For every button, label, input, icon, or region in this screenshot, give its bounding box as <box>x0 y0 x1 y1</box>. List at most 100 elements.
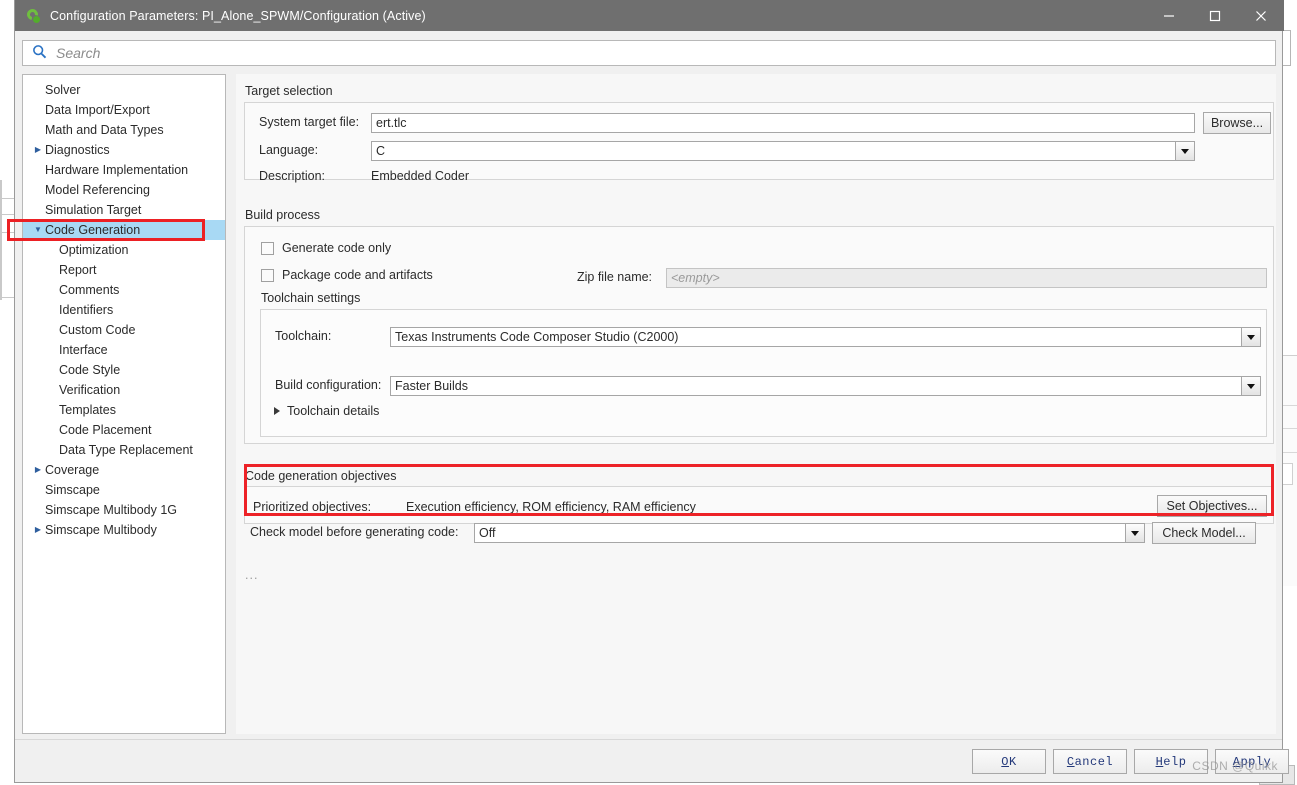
prioritized-objectives-label: Prioritized objectives: <box>253 500 372 514</box>
package-code-label: Package code and artifacts <box>282 268 433 282</box>
chevron-down-icon[interactable] <box>1241 376 1261 396</box>
sidebar-item-verification[interactable]: Verification <box>23 380 225 400</box>
toolchain-details-disclosure[interactable]: Toolchain details <box>274 404 379 418</box>
build-configuration-label: Build configuration: <box>275 378 382 392</box>
sidebar-item-interface[interactable]: Interface <box>23 340 225 360</box>
help-button[interactable]: Help <box>1134 749 1208 774</box>
sidebar-item-label: Math and Data Types <box>45 122 164 137</box>
sidebar-item-custom-code[interactable]: Custom Code <box>23 320 225 340</box>
search-bar[interactable] <box>22 40 1276 66</box>
sidebar-item-optimization[interactable]: Optimization <box>23 240 225 260</box>
toolchain-settings-group: Toolchain: Texas Instruments Code Compos… <box>260 309 1267 437</box>
chevron-down-icon[interactable]: ▼ <box>31 226 45 234</box>
system-target-file-label: System target file: <box>259 115 360 129</box>
dialog-footer: OK Cancel Help Apply CSDN @Quikk <box>15 739 1289 782</box>
sidebar-item-label: Custom Code <box>59 322 136 337</box>
chevron-down-icon[interactable] <box>1241 327 1261 347</box>
sidebar-item-solver[interactable]: Solver <box>23 80 225 100</box>
sidebar-item-label: Data Type Replacement <box>59 442 193 457</box>
chevron-down-icon[interactable] <box>1125 523 1145 543</box>
window-titlebar: Configuration Parameters: PI_Alone_SPWM/… <box>15 0 1284 31</box>
cancel-button[interactable]: Cancel <box>1053 749 1127 774</box>
cancel-label-rest: ancel <box>1074 754 1114 769</box>
set-objectives-button[interactable]: Set Objectives... <box>1157 495 1267 517</box>
maximize-icon[interactable] <box>1192 0 1238 31</box>
language-select[interactable]: C <box>371 141 1195 161</box>
sidebar-item-label: Simscape Multibody 1G <box>45 502 178 517</box>
apply-button[interactable]: Apply <box>1215 749 1289 774</box>
sidebar-item-code-placement[interactable]: Code Placement <box>23 420 225 440</box>
sidebar-item-label: Simulation Target <box>45 202 142 217</box>
sidebar-item-identifiers[interactable]: Identifiers <box>23 300 225 320</box>
sidebar-item-simulation-target[interactable]: Simulation Target <box>23 200 225 220</box>
toolchain-select[interactable]: Texas Instruments Code Composer Studio (… <box>390 327 1261 347</box>
bg-line <box>0 180 2 300</box>
settings-tree[interactable]: Solver Data Import/Export Math and Data Ty… <box>22 74 226 734</box>
cancel-mnemonic: C <box>1066 754 1075 769</box>
package-code-checkbox[interactable]: Package code and artifacts <box>261 268 433 282</box>
sidebar-item-code-generation[interactable]: ▼ Code Generation <box>23 220 225 240</box>
chevron-right-icon[interactable]: ▶ <box>31 146 45 154</box>
toolchain-settings-title: Toolchain settings <box>261 291 361 305</box>
prioritized-objectives-value: Execution efficiency, ROM efficiency, RA… <box>406 500 696 514</box>
sidebar-item-coverage[interactable]: ▶ Coverage <box>23 460 225 480</box>
toolchain-details-label: Toolchain details <box>287 404 380 418</box>
chevron-right-icon[interactable]: ▶ <box>31 466 45 474</box>
build-configuration-value: Faster Builds <box>390 376 1241 396</box>
chevron-right-icon[interactable]: ▶ <box>31 526 45 534</box>
search-input[interactable] <box>54 44 1248 62</box>
checkbox-box[interactable] <box>261 268 274 282</box>
zip-file-name-input[interactable]: <empty> <box>666 268 1267 288</box>
generate-code-only-label: Generate code only <box>282 241 392 255</box>
sidebar-item-label: Solver <box>45 82 81 97</box>
close-icon[interactable] <box>1238 0 1284 31</box>
check-model-button[interactable]: Check Model... <box>1152 522 1256 544</box>
sidebar-item-hardware-implementation[interactable]: Hardware Implementation <box>23 160 225 180</box>
sidebar-item-simscape-multibody-1g[interactable]: Simscape Multibody 1G <box>23 500 225 520</box>
build-process-title: Build process <box>245 208 321 222</box>
language-label: Language: <box>259 143 319 157</box>
sidebar-item-model-referencing[interactable]: Model Referencing <box>23 180 225 200</box>
search-icon <box>32 44 47 62</box>
check-model-select[interactable]: Off <box>474 523 1145 543</box>
sidebar-item-label: Verification <box>59 382 121 397</box>
sidebar-item-label: Code Generation <box>45 222 141 237</box>
generate-code-only-checkbox[interactable]: Generate code only <box>261 241 391 255</box>
sidebar-item-templates[interactable]: Templates <box>23 400 225 420</box>
sidebar-item-label: Diagnostics <box>45 142 110 157</box>
ok-button[interactable]: OK <box>972 749 1046 774</box>
simulink-icon <box>24 6 41 24</box>
sidebar-item-simscape[interactable]: Simscape <box>23 480 225 500</box>
sidebar-item-diagnostics[interactable]: ▶ Diagnostics <box>23 140 225 160</box>
trailing-ellipsis: ... <box>245 568 259 582</box>
target-selection-group: System target file: ert.tlc Browse... La… <box>244 102 1274 183</box>
sidebar-item-data-import-export[interactable]: Data Import/Export <box>23 100 225 120</box>
zip-file-name-label: Zip file name: <box>577 270 653 284</box>
sidebar-item-code-style[interactable]: Code Style <box>23 360 225 380</box>
minimize-icon[interactable] <box>1146 0 1192 31</box>
checkbox-box[interactable] <box>261 241 274 255</box>
sidebar-item-math-and-data-types[interactable]: Math and Data Types <box>23 120 225 140</box>
sidebar-item-comments[interactable]: Comments <box>23 280 225 300</box>
sidebar-item-simscape-multibody[interactable]: ▶ Simscape Multibody <box>23 520 225 540</box>
toolchain-label: Toolchain: <box>275 329 332 343</box>
sidebar-item-label: Simscape Multibody <box>45 522 157 537</box>
system-target-file-input[interactable]: ert.tlc <box>371 113 1195 133</box>
bg-line <box>0 297 14 298</box>
build-configuration-select[interactable]: Faster Builds <box>390 376 1261 396</box>
sidebar-item-report[interactable]: Report <box>23 260 225 280</box>
toolchain-value: Texas Instruments Code Composer Studio (… <box>390 327 1241 347</box>
sidebar-item-label: Interface <box>59 342 108 357</box>
sidebar-item-label: Code Style <box>59 362 121 377</box>
chevron-down-icon[interactable] <box>1175 141 1195 161</box>
description-label: Description: <box>259 169 325 183</box>
bg-line <box>0 198 14 199</box>
window-controls <box>1146 0 1284 31</box>
sidebar-item-data-type-replacement[interactable]: Data Type Replacement <box>23 440 225 460</box>
ok-mnemonic: O <box>1001 754 1009 769</box>
code-generation-pane: Target selection System target file: ert… <box>236 74 1276 734</box>
browse-button[interactable]: Browse... <box>1203 112 1271 134</box>
target-selection-title: Target selection <box>245 84 333 98</box>
language-value: C <box>371 141 1175 161</box>
configuration-parameters-window: Configuration Parameters: PI_Alone_SPWM/… <box>7 0 1289 783</box>
